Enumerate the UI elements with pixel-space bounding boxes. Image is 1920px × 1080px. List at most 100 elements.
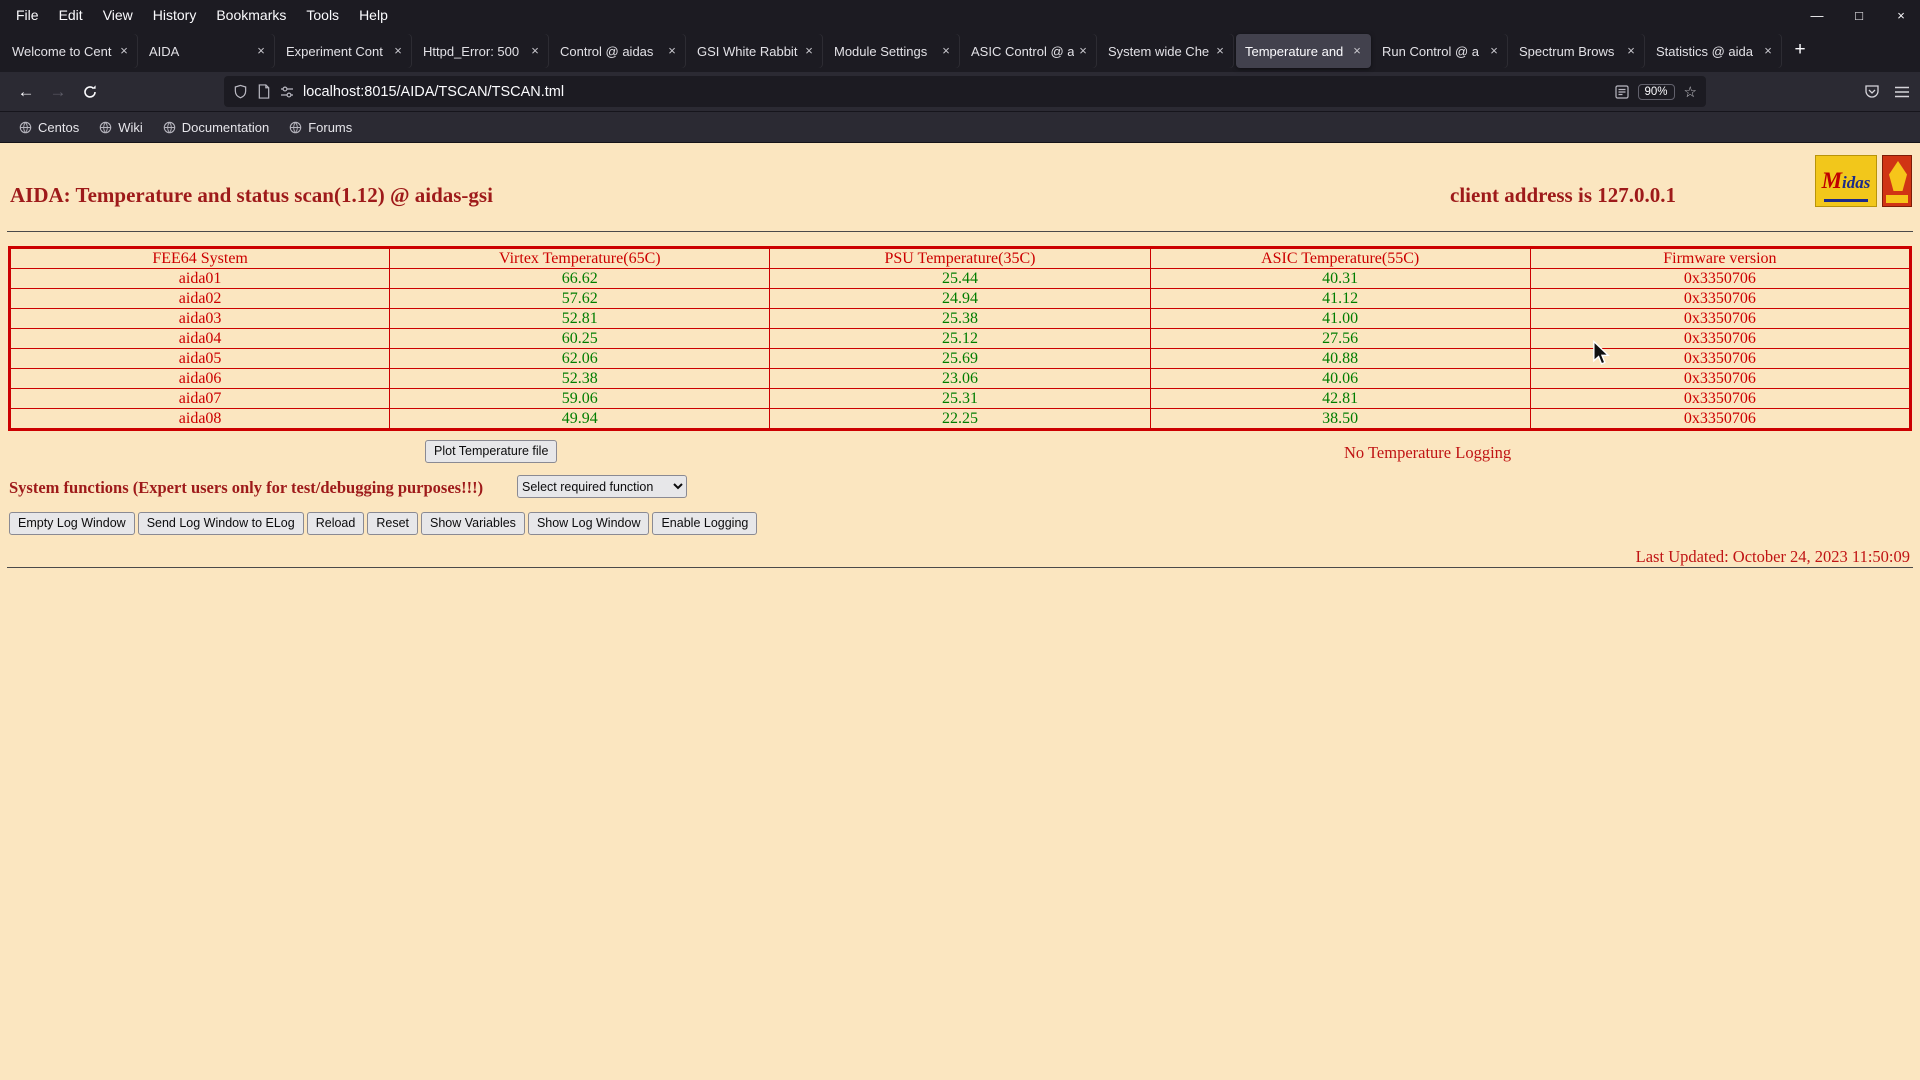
enable-logging-button[interactable]: Enable Logging [652, 512, 758, 535]
secondary-logo[interactable] [1882, 155, 1912, 207]
plot-temperature-file-button[interactable]: Plot Temperature file [425, 440, 558, 463]
tab-welcome-centos[interactable]: Welcome to Cent × [3, 34, 138, 68]
tab-httpd-error[interactable]: Httpd_Error: 500 × [414, 34, 549, 68]
hamburger-menu-icon[interactable] [1894, 85, 1910, 99]
maximize-button[interactable]: □ [1850, 8, 1868, 23]
bookmark-label: Centos [38, 119, 80, 135]
menu-history[interactable]: History [143, 4, 207, 26]
logo-band [1886, 195, 1908, 203]
tab-asic-control[interactable]: ASIC Control @ a × [962, 34, 1097, 68]
system-functions-row: System functions (Expert users only for … [0, 474, 1920, 502]
tab-close-icon[interactable]: × [800, 42, 818, 60]
globe-icon [163, 121, 176, 133]
cell-virtex: 66.62 [389, 268, 771, 289]
tab-close-icon[interactable]: × [1485, 42, 1503, 60]
top-divider [7, 231, 1913, 232]
tab-label: Experiment Cont [286, 43, 383, 59]
send-log-window-to-elog-button[interactable]: Send Log Window to ELog [137, 512, 304, 535]
menu-tools[interactable]: Tools [296, 4, 349, 26]
tab-label: Welcome to Cent [12, 43, 112, 59]
logging-status-text: No Temperature Logging [1344, 443, 1512, 462]
tab-close-icon[interactable]: × [1211, 42, 1229, 60]
tab-label: ASIC Control @ a [971, 43, 1074, 59]
cell-system: aida04 [8, 328, 391, 349]
col-header-fee64-system: FEE64 System [8, 247, 391, 269]
tab-statistics[interactable]: Statistics @ aida × [1647, 34, 1782, 68]
cell-virtex: 52.38 [389, 368, 771, 389]
cell-virtex: 49.94 [389, 408, 771, 430]
tab-close-icon[interactable]: × [1074, 42, 1092, 60]
midas-logo[interactable]: Midas [1815, 155, 1877, 207]
empty-log-window-button[interactable]: Empty Log Window [9, 512, 135, 535]
tab-close-icon[interactable]: × [663, 42, 681, 60]
tab-experiment-control[interactable]: Experiment Cont × [277, 34, 412, 68]
bookmark-centos[interactable]: Centos [12, 117, 86, 138]
globe-icon [99, 121, 112, 133]
zoom-level-indicator[interactable]: 90% [1637, 83, 1675, 100]
action-buttons-row: Empty Log Window Send Log Window to ELog… [9, 512, 1920, 535]
tab-gsi-white-rabbit[interactable]: GSI White Rabbit × [688, 34, 823, 68]
cell-asic: 42.81 [1149, 388, 1531, 409]
reload-button[interactable] [74, 77, 106, 107]
tab-close-icon[interactable]: × [115, 42, 133, 60]
cell-virtex: 62.06 [389, 348, 771, 369]
cell-system: aida05 [8, 348, 391, 369]
tab-control-aidas[interactable]: Control @ aidas × [551, 34, 686, 68]
last-updated-text: Last Updated: October 24, 2023 11:50:09 [1635, 547, 1910, 566]
menu-help[interactable]: Help [349, 4, 398, 26]
tab-close-icon[interactable]: × [526, 42, 544, 60]
cell-system: aida08 [8, 408, 391, 430]
back-button[interactable]: ← [10, 77, 42, 107]
tab-spectrum-browser[interactable]: Spectrum Brows × [1510, 34, 1645, 68]
cell-psu: 25.44 [769, 268, 1151, 289]
bookmark-documentation[interactable]: Documentation [156, 117, 276, 138]
menu-file[interactable]: File [6, 4, 49, 26]
minimize-button[interactable]: — [1808, 8, 1826, 23]
cell-system: aida01 [8, 268, 391, 289]
show-variables-button[interactable]: Show Variables [421, 512, 525, 535]
tab-close-icon[interactable]: × [1622, 42, 1640, 60]
tab-close-icon[interactable]: × [1348, 42, 1366, 60]
bookmark-forums[interactable]: Forums [282, 117, 359, 138]
tab-label: Control @ aidas [560, 43, 654, 59]
tab-module-settings[interactable]: Module Settings × [825, 34, 960, 68]
forward-button[interactable]: → [42, 77, 74, 107]
table-header-row: FEE64 System Virtex Temperature(65C) PSU… [8, 247, 1912, 269]
tab-temperature-active[interactable]: Temperature and × [1236, 34, 1371, 68]
new-tab-button[interactable]: + [1783, 36, 1817, 66]
menu-bookmarks[interactable]: Bookmarks [206, 4, 296, 26]
globe-icon [19, 121, 32, 133]
midas-logo-bar [1824, 199, 1868, 202]
bookmark-star-icon[interactable]: ☆ [1684, 83, 1697, 101]
reset-button[interactable]: Reset [367, 512, 418, 535]
table-row: aida08 49.94 22.25 38.50 0x3350706 [8, 408, 1912, 430]
close-button[interactable]: × [1892, 8, 1910, 23]
temperature-table: FEE64 System Virtex Temperature(65C) PSU… [8, 246, 1912, 431]
bookmark-wiki[interactable]: Wiki [92, 117, 150, 138]
cell-firmware: 0x3350706 [1529, 388, 1912, 409]
menu-view[interactable]: View [93, 4, 143, 26]
tab-close-icon[interactable]: × [389, 42, 407, 60]
menu-edit[interactable]: Edit [49, 4, 93, 26]
cell-psu: 25.12 [769, 328, 1151, 349]
address-bar[interactable]: localhost:8015/AIDA/TSCAN/TSCAN.tml 90% … [224, 76, 1706, 107]
table-row: aida01 66.62 25.44 40.31 0x3350706 [8, 268, 1912, 289]
bookmark-label: Documentation [181, 119, 270, 135]
tab-close-icon[interactable]: × [937, 42, 955, 60]
tab-run-control[interactable]: Run Control @ a × [1373, 34, 1508, 68]
tab-close-icon[interactable]: × [1759, 42, 1777, 60]
tab-aida[interactable]: AIDA × [140, 34, 275, 68]
tab-close-icon[interactable]: × [252, 42, 270, 60]
col-header-firmware-version: Firmware version [1529, 247, 1912, 269]
reader-mode-icon[interactable] [1614, 84, 1629, 99]
col-header-virtex-temperature: Virtex Temperature(65C) [389, 247, 771, 269]
show-log-window-button[interactable]: Show Log Window [527, 512, 650, 535]
cell-virtex: 57.62 [389, 288, 771, 309]
col-header-psu-temperature: PSU Temperature(35C) [769, 247, 1151, 269]
cell-firmware: 0x3350706 [1529, 368, 1912, 389]
function-select[interactable]: Select required function [517, 475, 687, 498]
bookmark-label: Wiki [118, 119, 143, 135]
reload-page-button[interactable]: Reload [306, 512, 365, 535]
pocket-icon[interactable] [1864, 84, 1880, 100]
tab-system-wide-checks[interactable]: System wide Che × [1099, 34, 1234, 68]
